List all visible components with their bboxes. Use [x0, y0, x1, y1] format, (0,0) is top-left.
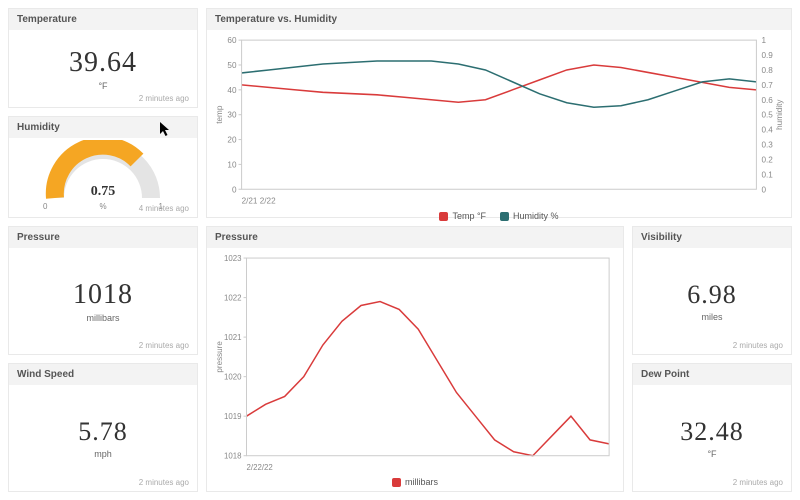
chart-temp-vs-humidity[interactable]: 0 10 20 30 40 50 60 0 0.1 0.2 0.3 0.4 0.5 0.6 0.7 0.8 0.…: [213, 34, 785, 208]
svg-text:0.4: 0.4: [762, 126, 774, 135]
timestamp: 2 minutes ago: [139, 341, 189, 350]
panel-title: Visibility: [633, 227, 791, 248]
panel-title: Humidity: [9, 117, 197, 138]
legend-swatch-humidity-icon: [500, 212, 509, 221]
svg-text:1022: 1022: [224, 294, 242, 303]
panel-title: Temperature vs. Humidity: [207, 9, 791, 30]
panel-visibility: Visibility 6.98 miles 2 minutes ago: [632, 226, 792, 355]
panel-title: Pressure: [207, 227, 623, 248]
panel-humidity: Humidity 0.75 0 % 1 4 minutes ago: [8, 116, 198, 218]
wind-unit: mph: [94, 449, 112, 459]
svg-text:0.6: 0.6: [762, 96, 774, 105]
svg-text:humidity: humidity: [775, 99, 784, 130]
timestamp: 2 minutes ago: [139, 94, 189, 103]
svg-text:2/22/22: 2/22/22: [247, 463, 274, 472]
timestamp: 2 minutes ago: [139, 478, 189, 487]
legend-swatch-pressure-icon: [392, 478, 401, 487]
panel-pressure-value: Pressure 1018 millibars 2 minutes ago: [8, 226, 198, 355]
dewpoint-value: 32.48: [680, 417, 744, 447]
panel-temperature: Temperature 39.64 °F 2 minutes ago: [8, 8, 198, 108]
svg-text:0.7: 0.7: [762, 81, 774, 90]
gauge-unit: %: [99, 202, 106, 211]
svg-text:10: 10: [227, 160, 237, 169]
svg-text:30: 30: [227, 111, 237, 120]
dewpoint-unit: °F: [707, 449, 716, 459]
svg-text:0.5: 0.5: [762, 111, 774, 120]
svg-text:1019: 1019: [224, 412, 242, 421]
panel-pressure-chart: Pressure 1018 1019 1020 1021 1022 1023 pressur…: [206, 226, 624, 492]
temperature-value: 39.64: [69, 47, 137, 79]
visibility-unit: miles: [701, 312, 722, 322]
humidity-gauge: 0.75: [43, 140, 163, 200]
humidity-value: 0.75: [43, 184, 163, 200]
svg-text:1021: 1021: [224, 333, 242, 342]
panel-title: Dew Point: [633, 364, 791, 385]
svg-text:1018: 1018: [224, 452, 242, 461]
pressure-value: 1018: [73, 279, 133, 311]
legend-swatch-temp-icon: [439, 212, 448, 221]
svg-text:0.9: 0.9: [762, 51, 774, 60]
svg-text:temp: temp: [215, 105, 224, 124]
svg-text:1020: 1020: [224, 373, 242, 382]
svg-text:0: 0: [232, 185, 237, 194]
svg-text:2/21 2/22: 2/21 2/22: [242, 197, 276, 206]
gauge-min: 0: [43, 202, 47, 211]
svg-text:0.8: 0.8: [762, 66, 774, 75]
chart-legend: Temp °F Humidity %: [439, 208, 558, 225]
panel-wind-speed: Wind Speed 5.78 mph 2 minutes ago: [8, 363, 198, 492]
svg-text:50: 50: [227, 61, 237, 70]
svg-text:0: 0: [762, 185, 767, 194]
panel-title: Pressure: [9, 227, 197, 248]
pressure-unit: millibars: [86, 313, 119, 323]
panel-dew-point: Dew Point 32.48 °F 2 minutes ago: [632, 363, 792, 492]
timestamp: 2 minutes ago: [733, 341, 783, 350]
svg-text:0.3: 0.3: [762, 141, 774, 150]
chart-legend: millibars: [392, 474, 438, 491]
svg-text:40: 40: [227, 86, 237, 95]
panel-temp-vs-humidity: Temperature vs. Humidity 010203040506000…: [206, 8, 792, 218]
panel-title: Temperature: [9, 9, 197, 30]
chart-pressure[interactable]: 1018 1019 1020 1021 1022 1023 pressure 2/22/22: [213, 252, 617, 474]
temperature-unit: °F: [98, 81, 107, 91]
svg-text:60: 60: [227, 36, 237, 45]
svg-text:1023: 1023: [224, 254, 242, 263]
svg-text:pressure: pressure: [215, 341, 224, 373]
svg-text:20: 20: [227, 136, 237, 145]
svg-text:0.2: 0.2: [762, 155, 774, 164]
timestamp: 2 minutes ago: [733, 478, 783, 487]
panel-title: Wind Speed: [9, 364, 197, 385]
wind-value: 5.78: [78, 417, 128, 447]
svg-text:0.1: 0.1: [762, 170, 774, 179]
svg-text:1: 1: [762, 36, 767, 45]
visibility-value: 6.98: [687, 280, 737, 310]
timestamp: 4 minutes ago: [139, 204, 189, 213]
